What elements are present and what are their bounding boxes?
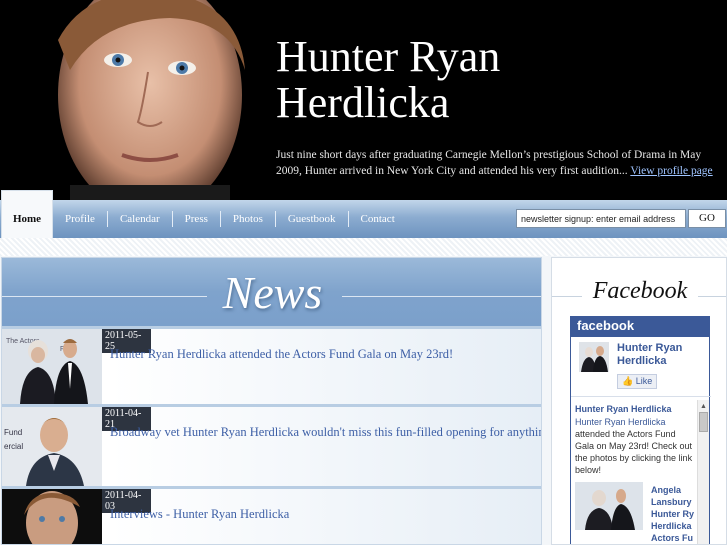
scrollbar-thumb[interactable] bbox=[699, 412, 708, 432]
news-thumbnail[interactable]: Fund ercial bbox=[2, 407, 102, 486]
nav-home-tab[interactable]: Home bbox=[1, 190, 53, 238]
facebook-like-label: Like bbox=[635, 376, 653, 386]
facebook-post-author[interactable]: Hunter Ryan Herdlicka bbox=[575, 404, 672, 414]
facebook-like-box: facebook Hunter Ryan Herdlicka 👍 Like Hu… bbox=[570, 316, 711, 544]
site-title-line2: Herdlicka bbox=[276, 78, 450, 127]
facebook-link-line: Hunter Ry bbox=[651, 509, 695, 519]
nav-item-profile[interactable]: Profile bbox=[53, 211, 108, 227]
site-title: Hunter Ryan Herdlicka bbox=[276, 34, 500, 126]
svg-text:Fund: Fund bbox=[4, 428, 22, 437]
facebook-divider bbox=[571, 396, 711, 397]
facebook-logo[interactable]: facebook bbox=[571, 316, 709, 337]
facebook-like-button[interactable]: 👍 Like bbox=[617, 374, 658, 389]
facebook-panel: Facebook facebook Hunter Ryan Herdlicka … bbox=[551, 257, 727, 545]
news-headline[interactable]: Interviews - Hunter Ryan Herdlicka bbox=[110, 507, 289, 522]
news-item[interactable]: 2011-04-03 Interviews - Hunter Ryan Herd… bbox=[2, 486, 541, 545]
news-header: News bbox=[2, 258, 541, 326]
nav-home-label: Home bbox=[12, 213, 42, 225]
facebook-scrollbar[interactable]: ▲ bbox=[697, 400, 709, 544]
newsletter-email-input[interactable] bbox=[516, 209, 686, 228]
news-item[interactable]: Fund ercial 2011-04-21 Broadway vet Hunt… bbox=[2, 404, 541, 486]
nav-items: Profile Calendar Press Photos Guestbook … bbox=[53, 200, 407, 238]
facebook-title: Facebook bbox=[592, 278, 688, 304]
nav-item-photos[interactable]: Photos bbox=[221, 211, 276, 227]
facebook-page-name-line2: Herdlicka bbox=[617, 355, 667, 367]
scroll-up-arrow-icon[interactable]: ▲ bbox=[700, 402, 707, 410]
intro-text: Just nine short days after graduating Ca… bbox=[276, 147, 716, 179]
nav-item-calendar[interactable]: Calendar bbox=[108, 211, 173, 227]
thumbs-up-icon: 👍 bbox=[622, 376, 634, 386]
facebook-link-line: Actors Fu bbox=[651, 533, 694, 543]
facebook-link-line: Lansbury bbox=[651, 497, 692, 507]
view-profile-link[interactable]: View profile page bbox=[630, 165, 712, 177]
facebook-page-name-line1: Hunter Ryan bbox=[617, 342, 683, 354]
site-title-line1: Hunter Ryan bbox=[276, 32, 501, 81]
news-thumbnail[interactable] bbox=[2, 489, 102, 545]
portrait-photo bbox=[0, 0, 262, 200]
news-item[interactable]: The Actors Fund 2011-05-25 Hunter Ryan H… bbox=[2, 326, 541, 404]
news-title: News bbox=[222, 267, 323, 318]
facebook-link-line: Herdlicka bbox=[651, 521, 692, 531]
facebook-post-link[interactable]: Angela Lansbury Hunter Ry Herdlicka Acto… bbox=[651, 484, 695, 544]
news-headline[interactable]: Hunter Ryan Herdlicka attended the Actor… bbox=[110, 347, 453, 362]
facebook-page-name[interactable]: Hunter Ryan Herdlicka bbox=[617, 342, 682, 368]
facebook-link-line: Angela bbox=[651, 485, 682, 495]
facebook-post-text: Hunter Ryan Herdlicka attended the Actor… bbox=[575, 416, 693, 476]
facebook-post-tag[interactable]: Hunter Ryan Herdlicka bbox=[575, 417, 666, 427]
site-header: Hunter Ryan Herdlicka Just nine short da… bbox=[0, 0, 727, 200]
news-panel: News The Actors Fund 2011-05-25 Hunter R… bbox=[1, 257, 542, 545]
newsletter-go-button[interactable]: GO bbox=[688, 209, 726, 228]
nav-item-guestbook[interactable]: Guestbook bbox=[276, 211, 349, 227]
nav-item-press[interactable]: Press bbox=[173, 211, 221, 227]
news-thumbnail[interactable]: The Actors Fund bbox=[2, 329, 102, 404]
nav-item-contact[interactable]: Contact bbox=[349, 211, 407, 227]
facebook-post-thumbnail[interactable] bbox=[575, 482, 643, 530]
facebook-post-body: attended the Actors Fund Gala on May 23r… bbox=[575, 429, 693, 475]
decorative-stripe bbox=[0, 238, 727, 256]
news-headline[interactable]: Broadway vet Hunter Ryan Herdlicka would… bbox=[110, 425, 541, 440]
facebook-page-avatar[interactable] bbox=[579, 342, 609, 372]
svg-text:ercial: ercial bbox=[4, 442, 23, 451]
